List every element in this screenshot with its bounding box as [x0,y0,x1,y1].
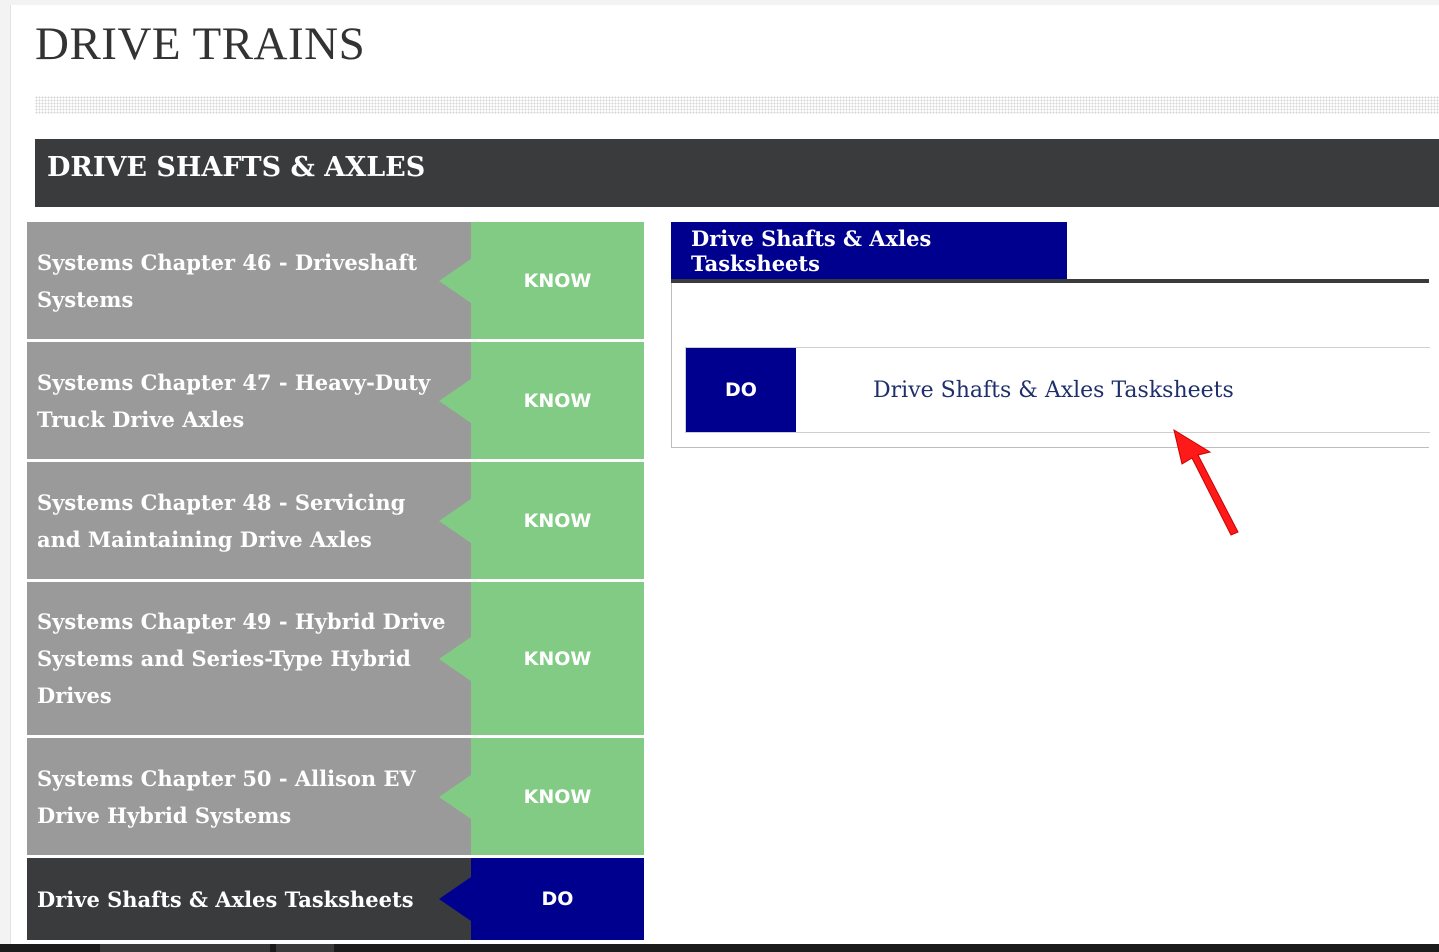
chapter-label[interactable]: Systems Chapter 47 - Heavy-Duty Truck Dr… [27,342,471,459]
do-badge[interactable]: DO [686,348,796,432]
section-title: DRIVE SHAFTS & AXLES [47,152,426,183]
chapter-label[interactable]: Systems Chapter 49 - Hybrid Drive System… [27,582,471,735]
badge-pointer-icon [439,877,471,921]
know-badge[interactable]: KNOW [439,222,644,339]
badge-text: KNOW [523,509,592,532]
bottom-strip [0,944,1439,952]
bottom-strip-segment [100,944,270,952]
badge-pointer-icon [439,378,471,423]
know-badge[interactable]: KNOW [439,342,644,459]
chapter-row-46[interactable]: Systems Chapter 46 - Driveshaft Systems … [27,222,644,339]
badge-text: DO [541,888,574,910]
chapter-label[interactable]: Drive Shafts & Axles Tasksheets [27,858,471,940]
tab-content: DO Drive Shafts & Axles Tasksheets [671,283,1430,448]
badge-pointer-icon [439,258,471,303]
badge-text: KNOW [523,785,592,808]
chapter-row-50[interactable]: Systems Chapter 50 - Allison EV Drive Hy… [27,738,644,855]
tasksheet-link[interactable]: Drive Shafts & Axles Tasksheets [873,348,1234,432]
badge-text: KNOW [523,647,592,670]
dotted-divider [35,96,1439,114]
red-pointer-arrow-icon [1173,428,1239,536]
badge-pointer-icon [439,498,471,543]
chapter-label[interactable]: Systems Chapter 50 - Allison EV Drive Hy… [27,738,471,855]
chapter-label[interactable]: Systems Chapter 48 - Servicing and Maint… [27,462,471,579]
chapter-row-48[interactable]: Systems Chapter 48 - Servicing and Maint… [27,462,644,579]
know-badge[interactable]: KNOW [439,462,644,579]
do-badge[interactable]: DO [439,858,644,940]
chapter-row-tasksheets[interactable]: Drive Shafts & Axles Tasksheets DO [27,858,644,940]
task-item[interactable]: DO Drive Shafts & Axles Tasksheets [685,347,1430,433]
bottom-strip-segment [276,944,334,952]
page-title: DRIVE TRAINS [35,18,366,70]
badge-text: KNOW [523,269,592,292]
chapter-row-49[interactable]: Systems Chapter 49 - Hybrid Drive System… [27,582,644,735]
know-badge[interactable]: KNOW [439,738,644,855]
badge-text: KNOW [523,389,592,412]
badge-pointer-icon [439,636,471,681]
know-badge[interactable]: KNOW [439,582,644,735]
chapter-row-47[interactable]: Systems Chapter 47 - Heavy-Duty Truck Dr… [27,342,644,459]
chapter-label[interactable]: Systems Chapter 46 - Driveshaft Systems [27,222,471,339]
tab-tasksheets[interactable]: Drive Shafts & Axles Tasksheets [671,222,1067,279]
section-header: DRIVE SHAFTS & AXLES [35,139,1439,207]
badge-pointer-icon [439,774,471,819]
task-panel: Drive Shafts & Axles Tasksheets DO Drive… [671,222,1430,448]
